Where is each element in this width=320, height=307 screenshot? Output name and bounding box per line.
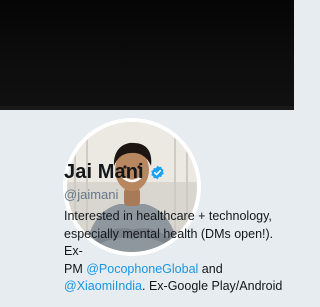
- bio-line: Interested in healthcare + technology,: [64, 209, 272, 223]
- profile-name-row: Jai Mani: [64, 161, 165, 184]
- bio-line: especially mental health (DMs open!). Ex…: [64, 226, 274, 259]
- mention-link-pocophoneglobal[interactable]: @PocophoneGlobal: [86, 262, 198, 276]
- profile-handle[interactable]: @jaimani: [64, 187, 118, 202]
- profile-name[interactable]: Jai Mani: [64, 161, 144, 184]
- mention-link-xiaomiindia[interactable]: @XiaomiIndia: [64, 279, 142, 293]
- bio-text: . Ex-Google Play/Android: [142, 279, 283, 293]
- bio-text: PM: [64, 261, 87, 276]
- profile-bio: Interested in healthcare + technology, e…: [64, 208, 290, 296]
- verified-badge-icon: [151, 165, 164, 180]
- bio-text: and: [198, 261, 223, 276]
- profile-banner[interactable]: [0, 0, 294, 110]
